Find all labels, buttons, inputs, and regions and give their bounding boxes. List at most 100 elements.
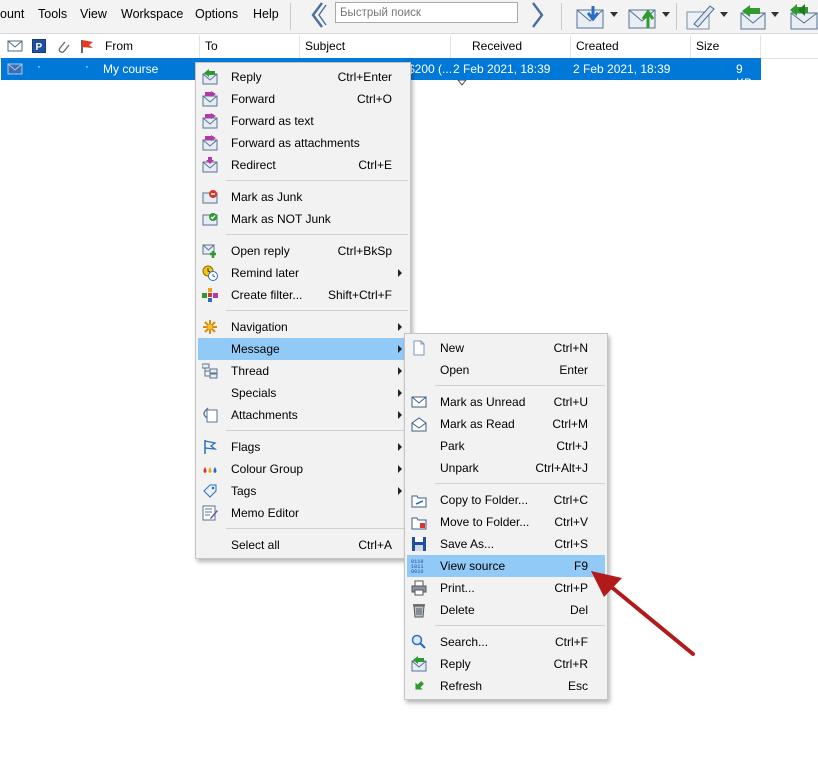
submenu-arrow-icon [398,269,402,277]
menu-item-forward[interactable]: Forward Ctrl+O [198,88,408,110]
refresh-icon [415,681,424,690]
back-arrow-icon[interactable] [306,0,328,30]
submenu-arrow-icon [398,345,402,353]
send-mail-icon[interactable] [628,4,658,30]
submenu-item-refresh[interactable]: Refresh Esc [407,675,605,697]
submenu-item-save-as[interactable]: Save As... Ctrl+S [407,533,605,555]
menu-tools[interactable]: Tools [38,7,67,21]
row-created: 2 Feb 2021, 18:39 [573,62,671,76]
submenu-item-park[interactable]: Park Ctrl+J [407,435,605,457]
attachment-column-icon[interactable] [56,39,70,53]
submenu-item-print[interactable]: Print... Ctrl+P [407,577,605,599]
column-subject[interactable]: Subject [300,35,451,58]
menu-item-memo-editor[interactable]: Memo Editor [198,502,408,524]
envelope-open-icon [411,417,427,432]
submenu-item-delete[interactable]: Delete Del [407,599,605,621]
menu-workspace[interactable]: Workspace [121,7,183,21]
submenu-item-unpark[interactable]: Unpark Ctrl+Alt+J [407,457,605,479]
remind-icon [202,265,218,281]
menu-item-navigation[interactable]: Navigation [198,316,408,338]
new-document-icon [413,340,425,356]
menu-item-flags[interactable]: Flags [198,436,408,458]
menu-item-select-all[interactable]: Select all Ctrl+A [198,534,408,556]
junk-icon [202,190,218,204]
menu-help[interactable]: Help [253,7,279,21]
menu-toolbar-bar: ount Tools View Workspace Options Help [0,0,818,34]
menu-item-create-filter[interactable]: Create filter... Shift+Ctrl+F [198,284,408,306]
flag-dot: · [85,59,89,73]
menu-item-colour-group[interactable]: Colour Group [198,458,408,480]
menu-account[interactable]: ount [0,7,24,21]
submenu-item-move-to-folder[interactable]: Move to Folder... Ctrl+V [407,511,605,533]
svg-text:P: P [36,42,43,53]
reply-icon [202,69,218,85]
column-received-label: Received [472,39,523,53]
thread-icon [202,363,218,379]
memo-icon [202,505,218,521]
sort-descending-icon [457,79,467,86]
flag-column-icon[interactable] [80,39,94,54]
menu-view[interactable]: View [80,7,107,21]
submenu-item-mark-as-unread[interactable]: Mark as Unread Ctrl+U [407,391,605,413]
binary-icon: 0110 1011 0010 [411,559,423,574]
column-to[interactable]: To [200,35,300,58]
reply-dropdown-icon[interactable] [771,12,779,17]
row-received: 2 Feb 2021, 18:39 [453,62,551,76]
column-created[interactable]: Created [571,35,691,58]
submenu-arrow-icon [398,323,402,331]
menu-item-reply[interactable]: Reply Ctrl+Enter [198,66,408,88]
menu-item-thread[interactable]: Thread [198,360,408,382]
submenu-item-view-source[interactable]: 0110 1011 0010 View source F9 [407,555,605,577]
column-received[interactable]: Received [451,35,571,58]
compose-dropdown-icon[interactable] [720,12,728,17]
menu-item-tags[interactable]: Tags [198,480,408,502]
menu-separator [226,430,408,431]
row-subject: $200 (... [408,62,453,76]
column-size[interactable]: Size [691,35,761,58]
menu-item-redirect[interactable]: Redirect Ctrl+E [198,154,408,176]
column-from[interactable]: From [100,35,200,58]
menu-item-mark-as-junk[interactable]: Mark as Junk [198,186,408,208]
menu-separator [226,234,408,235]
get-mail-dropdown-icon[interactable] [610,12,618,17]
priority-column-icon[interactable]: P [32,39,46,53]
menu-options[interactable]: Options [195,7,238,21]
copy-folder-icon [411,495,427,508]
submenu-item-copy-to-folder[interactable]: Copy to Folder... Ctrl+C [407,489,605,511]
submenu-item-open[interactable]: Open Enter [407,359,605,381]
row-from: My course [103,62,159,76]
toolbar-separator [676,3,677,30]
submenu-arrow-icon [398,389,402,397]
trash-icon [413,604,425,618]
menu-item-open-reply[interactable]: Open reply Ctrl+BkSp [198,240,408,262]
forward-icon [202,91,218,107]
redirect-icon [202,157,218,173]
menu-item-message[interactable]: Message [198,338,408,360]
print-icon [411,580,427,596]
toolbar-separator [290,3,291,30]
reply-all-icon[interactable] [788,4,818,30]
binary-line: 0010 [411,569,423,574]
menu-item-mark-as-not-junk[interactable]: Mark as NOT Junk [198,208,408,230]
menu-separator [226,310,408,311]
send-mail-dropdown-icon[interactable] [662,12,670,17]
context-menu: Reply Ctrl+Enter Forward Ctrl+O Forward … [195,62,411,559]
envelope-column-icon[interactable] [7,39,23,53]
menu-item-remind-later[interactable]: Remind later [198,262,408,284]
menu-item-forward-as-attachments[interactable]: Forward as attachments [198,132,408,154]
menu-item-forward-as-text[interactable]: Forward as text [198,110,408,132]
quick-search-input[interactable] [335,2,518,23]
submenu-item-new[interactable]: New Ctrl+N [407,337,605,359]
move-folder-icon [411,517,427,530]
forward-arrow-icon[interactable] [527,0,549,30]
submenu-item-reply[interactable]: Reply Ctrl+R [407,653,605,675]
compose-icon[interactable] [686,4,716,30]
submenu-item-search[interactable]: Search... Ctrl+F [407,631,605,653]
get-mail-icon[interactable] [576,4,606,30]
row-size: 9 KB [736,62,753,90]
menu-item-attachments[interactable]: Attachments [198,404,408,426]
forward-attachments-icon [202,135,218,151]
submenu-item-mark-as-read[interactable]: Mark as Read Ctrl+M [407,413,605,435]
menu-item-specials[interactable]: Specials [198,382,408,404]
reply-toolbar-icon[interactable] [738,4,768,30]
